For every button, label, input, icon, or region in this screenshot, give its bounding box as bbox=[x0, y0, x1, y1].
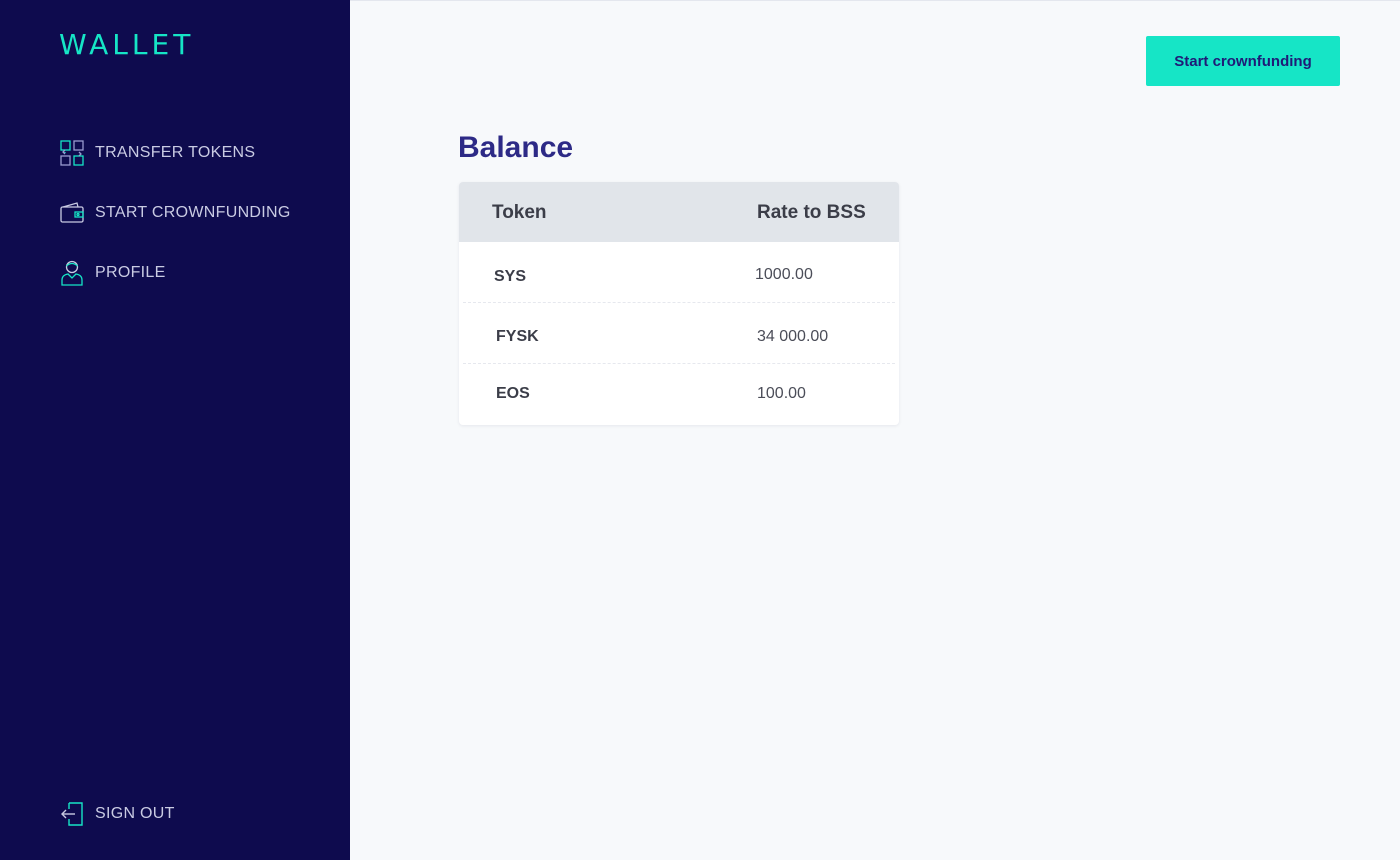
sidebar: WALLET TRANSFER TOKENS START CROWNFUNDIN… bbox=[0, 0, 350, 860]
user-icon bbox=[60, 259, 84, 287]
rate-cell: 1000.00 bbox=[755, 266, 813, 283]
table-row: SYS 1000.00 bbox=[463, 242, 895, 303]
rate-cell: 100.00 bbox=[757, 385, 806, 402]
table-header: Token Rate to BSS bbox=[459, 182, 899, 242]
sign-out-link[interactable]: SIGN OUT bbox=[60, 800, 175, 828]
column-header-rate: Rate to BSS bbox=[757, 202, 866, 223]
sidebar-item-transfer-tokens[interactable]: TRANSFER TOKENS bbox=[60, 139, 255, 167]
sidebar-item-start-crownfunding[interactable]: START CROWNFUNDING bbox=[60, 199, 291, 227]
wallet-icon bbox=[60, 199, 84, 227]
start-crownfunding-button[interactable]: Start crownfunding bbox=[1146, 36, 1340, 86]
app-logo[interactable]: WALLET bbox=[59, 28, 194, 61]
sidebar-item-label: START CROWNFUNDING bbox=[95, 204, 291, 221]
sidebar-item-profile[interactable]: PROFILE bbox=[60, 259, 166, 287]
sidebar-item-label: PROFILE bbox=[95, 264, 166, 281]
main-content: Start crownfunding Balance Token Rate to… bbox=[350, 0, 1400, 860]
table-row: EOS 100.00 bbox=[463, 364, 895, 424]
sign-out-icon bbox=[60, 800, 84, 828]
balance-table: Token Rate to BSS SYS 1000.00 FYSK 34 00… bbox=[459, 182, 899, 425]
token-cell: FYSK bbox=[496, 328, 539, 345]
token-cell: SYS bbox=[494, 268, 527, 285]
sign-out-label: SIGN OUT bbox=[95, 805, 175, 822]
table-row: FYSK 34 000.00 bbox=[463, 303, 895, 364]
rate-cell: 34 000.00 bbox=[757, 328, 829, 345]
token-cell: EOS bbox=[496, 385, 530, 402]
page-title: Balance bbox=[458, 131, 574, 164]
transfer-icon bbox=[60, 139, 84, 167]
sidebar-item-label: TRANSFER TOKENS bbox=[95, 144, 256, 161]
column-header-token: Token bbox=[492, 202, 547, 223]
